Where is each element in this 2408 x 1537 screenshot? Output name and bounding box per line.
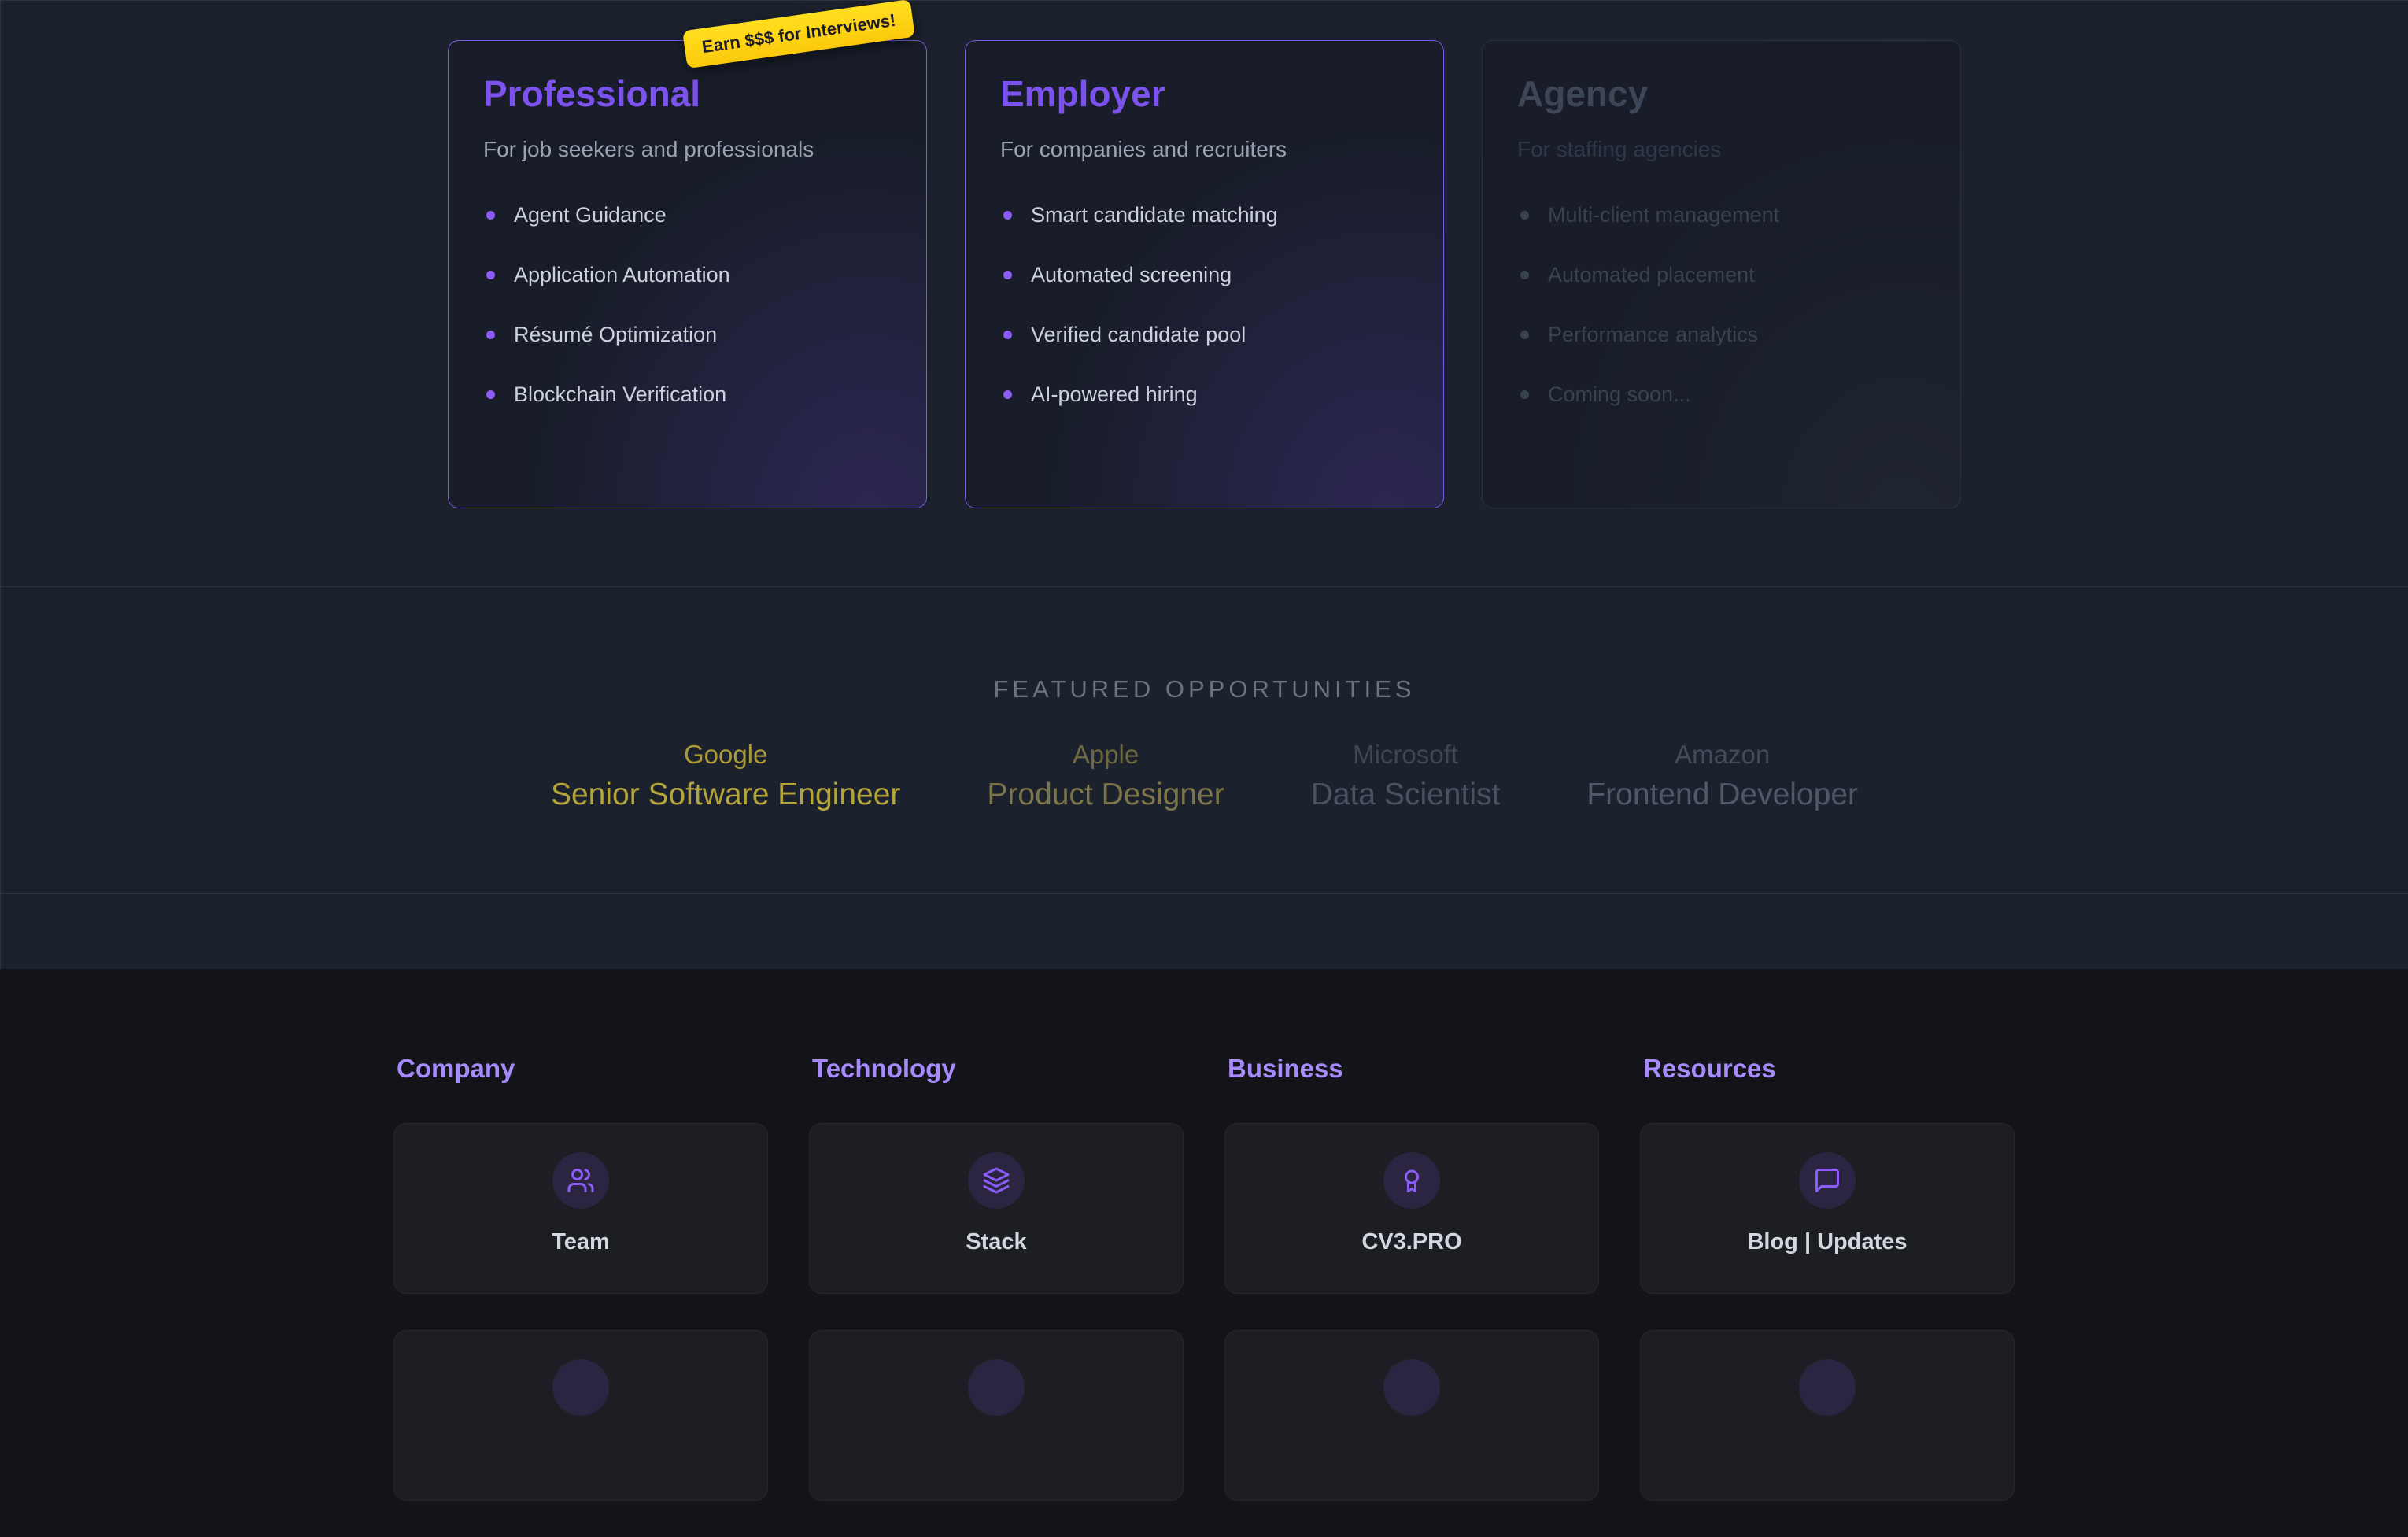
footer-card-label: CV3.PRO <box>1361 1229 1461 1255</box>
footer-column-business: Business CV3.PRO <box>1224 1054 1599 1537</box>
job-title: Frontend Developer <box>1586 778 1858 812</box>
icon-circle <box>552 1359 609 1416</box>
footer-card-stack[interactable]: Stack <box>809 1123 1184 1294</box>
bullet-dot-icon <box>1520 390 1529 399</box>
job-company: Microsoft <box>1311 740 1501 770</box>
tier-feature: Multi-client management <box>1520 203 1926 227</box>
icon-circle <box>552 1152 609 1209</box>
feature-label: Agent Guidance <box>514 203 667 227</box>
job-company: Google <box>551 740 900 770</box>
tier-feature: Smart candidate matching <box>1003 203 1409 227</box>
tier-card-employer[interactable]: Employer For companies and recruiters Sm… <box>965 40 1444 508</box>
bullet-dot-icon <box>486 331 495 339</box>
featured-job-microsoft[interactable]: Microsoft Data Scientist <box>1311 740 1501 812</box>
footer-card-label: Team <box>552 1229 610 1255</box>
icon-circle <box>968 1359 1025 1416</box>
icon-circle <box>1799 1359 1856 1416</box>
job-company: Apple <box>987 740 1224 770</box>
footer-column-resources: Resources Blog | Updates <box>1640 1054 2015 1537</box>
tier-card-agency: Agency For staffing agencies Multi-clien… <box>1482 40 1961 508</box>
feature-label: Blockchain Verification <box>514 382 726 407</box>
footer-column-heading: Resources <box>1643 1054 2015 1084</box>
users-icon <box>567 1166 595 1195</box>
featured-jobs-row: Google Senior Software Engineer Apple Pr… <box>1 740 2408 812</box>
award-icon <box>1398 1166 1426 1195</box>
footer-columns: Company Team Technology <box>0 1054 2408 1537</box>
feature-label: AI-powered hiring <box>1031 382 1198 407</box>
tier-feature: Résumé Optimization <box>486 323 892 347</box>
footer-card-blog-updates[interactable]: Blog | Updates <box>1640 1123 2015 1294</box>
footer-column-heading: Business <box>1228 1054 1599 1084</box>
bullet-dot-icon <box>486 271 495 279</box>
featured-job-google[interactable]: Google Senior Software Engineer <box>551 740 900 812</box>
tier-card-professional[interactable]: Earn $$$ for Interviews! Professional Fo… <box>448 40 927 508</box>
feature-label: Coming soon... <box>1548 382 1691 407</box>
feature-label: Automated screening <box>1031 263 1232 287</box>
tier-feature: Agent Guidance <box>486 203 892 227</box>
footer-card-team[interactable]: Team <box>393 1123 768 1294</box>
feature-label: Application Automation <box>514 263 730 287</box>
tier-title: Employer <box>1000 72 1409 115</box>
featured-job-apple[interactable]: Apple Product Designer <box>987 740 1224 812</box>
tier-feature: Performance analytics <box>1520 323 1926 347</box>
icon-circle <box>1383 1152 1440 1209</box>
bullet-dot-icon <box>1003 331 1012 339</box>
job-title: Senior Software Engineer <box>551 778 900 812</box>
featured-opportunities-section: FEATURED OPPORTUNITIES Google Senior Sof… <box>0 586 2408 893</box>
footer-card-cv3pro[interactable]: CV3.PRO <box>1224 1123 1599 1294</box>
bullet-dot-icon <box>1003 211 1012 220</box>
bullet-dot-icon <box>486 390 495 399</box>
tier-card-row: Earn $$$ for Interviews! Professional Fo… <box>1 40 2408 508</box>
bullet-dot-icon <box>1003 390 1012 399</box>
divider-band <box>0 893 2408 969</box>
footer-column-technology: Technology Stack <box>809 1054 1184 1537</box>
bullet-dot-icon <box>1520 211 1529 220</box>
feature-label: Verified candidate pool <box>1031 323 1246 347</box>
tier-feature: Verified candidate pool <box>1003 323 1409 347</box>
tier-feature-list: Multi-client management Automated placem… <box>1517 203 1926 407</box>
earn-for-interviews-badge: Earn $$$ for Interviews! <box>682 0 915 68</box>
tier-title: Professional <box>483 72 892 115</box>
tier-feature: Blockchain Verification <box>486 382 892 407</box>
feature-label: Automated placement <box>1548 263 1755 287</box>
bullet-dot-icon <box>1520 331 1529 339</box>
tier-feature: Coming soon... <box>1520 382 1926 407</box>
footer-column-heading: Technology <box>812 1054 1184 1084</box>
footer-card-label: Stack <box>966 1229 1026 1255</box>
job-company: Amazon <box>1586 740 1858 770</box>
tier-subtitle: For job seekers and professionals <box>483 137 892 162</box>
job-title: Product Designer <box>987 778 1224 812</box>
bullet-dot-icon <box>1520 271 1529 279</box>
featured-job-amazon[interactable]: Amazon Frontend Developer <box>1586 740 1858 812</box>
footer-column-company: Company Team <box>393 1054 768 1537</box>
icon-circle <box>1799 1152 1856 1209</box>
feature-label: Smart candidate matching <box>1031 203 1278 227</box>
tier-feature: Automated placement <box>1520 263 1926 287</box>
tier-feature-list: Agent Guidance Application Automation Ré… <box>483 203 892 407</box>
footer-card-label: Blog | Updates <box>1747 1229 1907 1255</box>
layers-icon <box>982 1166 1010 1195</box>
tier-feature: Application Automation <box>486 263 892 287</box>
tier-subtitle: For staffing agencies <box>1517 137 1926 162</box>
site-footer: Company Team Technology <box>0 969 2408 1356</box>
tier-feature: Automated screening <box>1003 263 1409 287</box>
tier-title: Agency <box>1517 72 1926 115</box>
feature-label: Multi-client management <box>1548 203 1779 227</box>
tier-feature-list: Smart candidate matching Automated scree… <box>1000 203 1409 407</box>
message-icon <box>1813 1166 1841 1195</box>
icon-circle <box>1383 1359 1440 1416</box>
tier-feature: AI-powered hiring <box>1003 382 1409 407</box>
bullet-dot-icon <box>486 211 495 220</box>
feature-label: Résumé Optimization <box>514 323 717 347</box>
tier-subtitle: For companies and recruiters <box>1000 137 1409 162</box>
icon-circle <box>968 1152 1025 1209</box>
feature-label: Performance analytics <box>1548 323 1758 347</box>
plans-section: Earn $$$ for Interviews! Professional Fo… <box>0 0 2408 586</box>
bullet-dot-icon <box>1003 271 1012 279</box>
featured-heading: FEATURED OPPORTUNITIES <box>1 675 2408 704</box>
job-title: Data Scientist <box>1311 778 1501 812</box>
footer-column-heading: Company <box>397 1054 768 1084</box>
